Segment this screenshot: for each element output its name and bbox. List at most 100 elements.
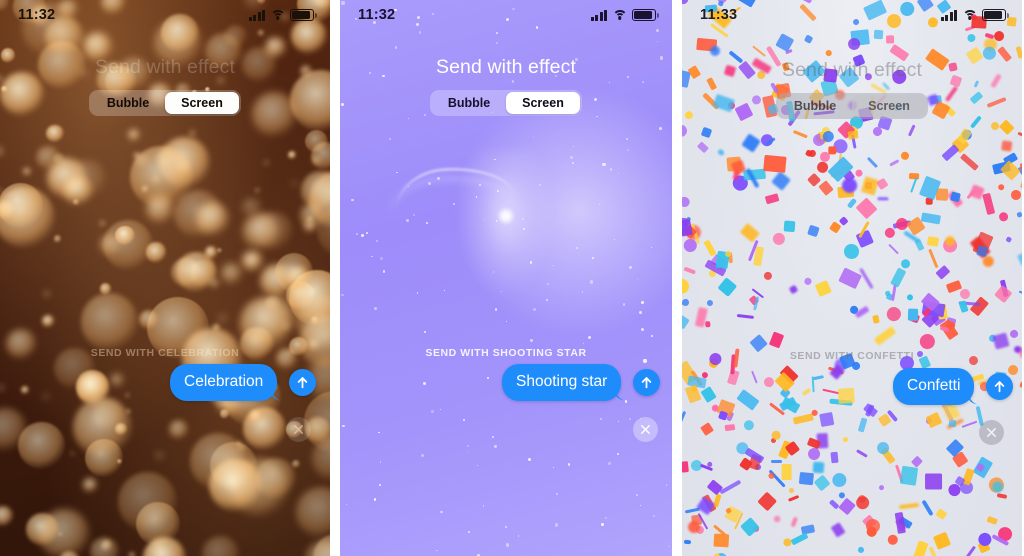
bokeh-particle (288, 270, 330, 326)
confetti-particle (751, 94, 763, 106)
confetti-particle (781, 464, 792, 480)
confetti-particle (921, 499, 934, 517)
bokeh-particle (45, 124, 64, 143)
confetti-particle (807, 224, 820, 237)
bokeh-particle (63, 175, 93, 206)
bokeh-particle (306, 216, 313, 223)
bokeh-particle (310, 315, 319, 324)
bokeh-particle (316, 202, 330, 259)
confetti-particle (994, 285, 1013, 304)
segment-screen[interactable]: Screen (506, 92, 580, 114)
confetti-particle (762, 270, 773, 282)
confetti-particle (682, 411, 687, 428)
confetti-particle (682, 218, 693, 236)
confetti-particle (992, 331, 1010, 350)
segment-bubble[interactable]: Bubble (91, 92, 165, 114)
star-particle (529, 338, 533, 343)
message-bubble[interactable]: Celebration (170, 364, 278, 401)
star-particle (567, 463, 571, 466)
confetti-particle (682, 297, 690, 308)
confetti-particle (1017, 249, 1022, 267)
bokeh-particle (101, 539, 113, 551)
bokeh-particle (299, 314, 330, 370)
close-button[interactable] (286, 417, 311, 442)
star-particle (617, 452, 620, 455)
signal-bars-icon (590, 9, 607, 21)
confetti-particle (768, 330, 785, 349)
star-particle (396, 172, 398, 174)
message-bubble[interactable]: Shooting star (502, 364, 622, 401)
confetti-particle (969, 114, 982, 129)
star-particle (596, 115, 598, 117)
segment-bubble[interactable]: Bubble (778, 95, 852, 117)
bokeh-particle (41, 315, 54, 328)
send-button[interactable] (633, 368, 661, 396)
confetti-particle (899, 466, 918, 486)
effect-type-segmented-control[interactable]: Bubble Screen (776, 93, 928, 119)
star-particle (665, 484, 667, 486)
bokeh-particle (209, 458, 263, 512)
confetti-particle (887, 534, 898, 545)
effect-caption: SEND WITH CELEBRATION (90, 347, 240, 359)
confetti-particle (798, 471, 815, 485)
confetti-particle (741, 132, 761, 153)
segment-screen[interactable]: Screen (852, 95, 926, 117)
message-bubble[interactable]: Confetti (893, 368, 975, 405)
bokeh-particle (42, 394, 49, 401)
confetti-particle (734, 102, 754, 122)
send-arrow-up-icon (995, 380, 1005, 393)
send-button[interactable] (289, 368, 317, 396)
confetti-particle (924, 474, 943, 490)
bokeh-particle (156, 452, 162, 458)
segment-screen[interactable]: Screen (165, 92, 239, 114)
confetti-particle (724, 424, 736, 431)
wifi-icon (962, 9, 977, 21)
bokeh-particle (0, 505, 13, 527)
comet-core (497, 207, 515, 225)
star-particle (356, 232, 359, 235)
star-particle (653, 515, 656, 518)
effect-type-segmented-control[interactable]: Bubble Screen (430, 90, 582, 116)
star-particle (599, 203, 601, 206)
confetti-particle (873, 29, 884, 39)
bokeh-particle (20, 385, 30, 395)
confetti-particle (802, 387, 812, 396)
bokeh-particle (53, 235, 62, 243)
confetti-particle (773, 515, 782, 523)
confetti-particle (705, 320, 711, 328)
confetti-particle (910, 176, 918, 193)
signal-bars-icon (940, 9, 957, 21)
bokeh-particle (76, 370, 109, 403)
bokeh-particle (288, 151, 296, 159)
bokeh-particle (92, 398, 125, 431)
star-particle (341, 293, 344, 297)
bokeh-particle (311, 142, 330, 171)
bokeh-particle (219, 409, 230, 419)
bokeh-particle (44, 291, 51, 298)
close-button[interactable] (633, 417, 658, 442)
confetti-particle (854, 169, 864, 178)
bokeh-particle (230, 458, 290, 518)
bokeh-particle (135, 501, 181, 547)
confetti-particle (719, 479, 743, 495)
confetti-particle (828, 221, 841, 234)
bokeh-particle (304, 220, 317, 232)
star-particle (342, 424, 345, 428)
bokeh-particle (0, 147, 3, 156)
star-particle (476, 464, 479, 467)
close-button[interactable] (979, 420, 1004, 445)
star-particle (495, 41, 499, 44)
confetti-particle (847, 130, 858, 140)
confetti-particle (700, 421, 715, 436)
panel-divider (672, 0, 682, 556)
bokeh-particle (0, 188, 4, 194)
confetti-particle (966, 34, 976, 43)
bokeh-particle (145, 195, 174, 223)
bokeh-particle (242, 213, 280, 250)
star-particle (609, 168, 613, 172)
effect-type-segmented-control[interactable]: Bubble Screen (89, 90, 241, 116)
bokeh-particle (190, 260, 217, 287)
send-button[interactable] (986, 372, 1014, 400)
bokeh-particle (1, 85, 9, 93)
segment-bubble[interactable]: Bubble (432, 92, 506, 114)
